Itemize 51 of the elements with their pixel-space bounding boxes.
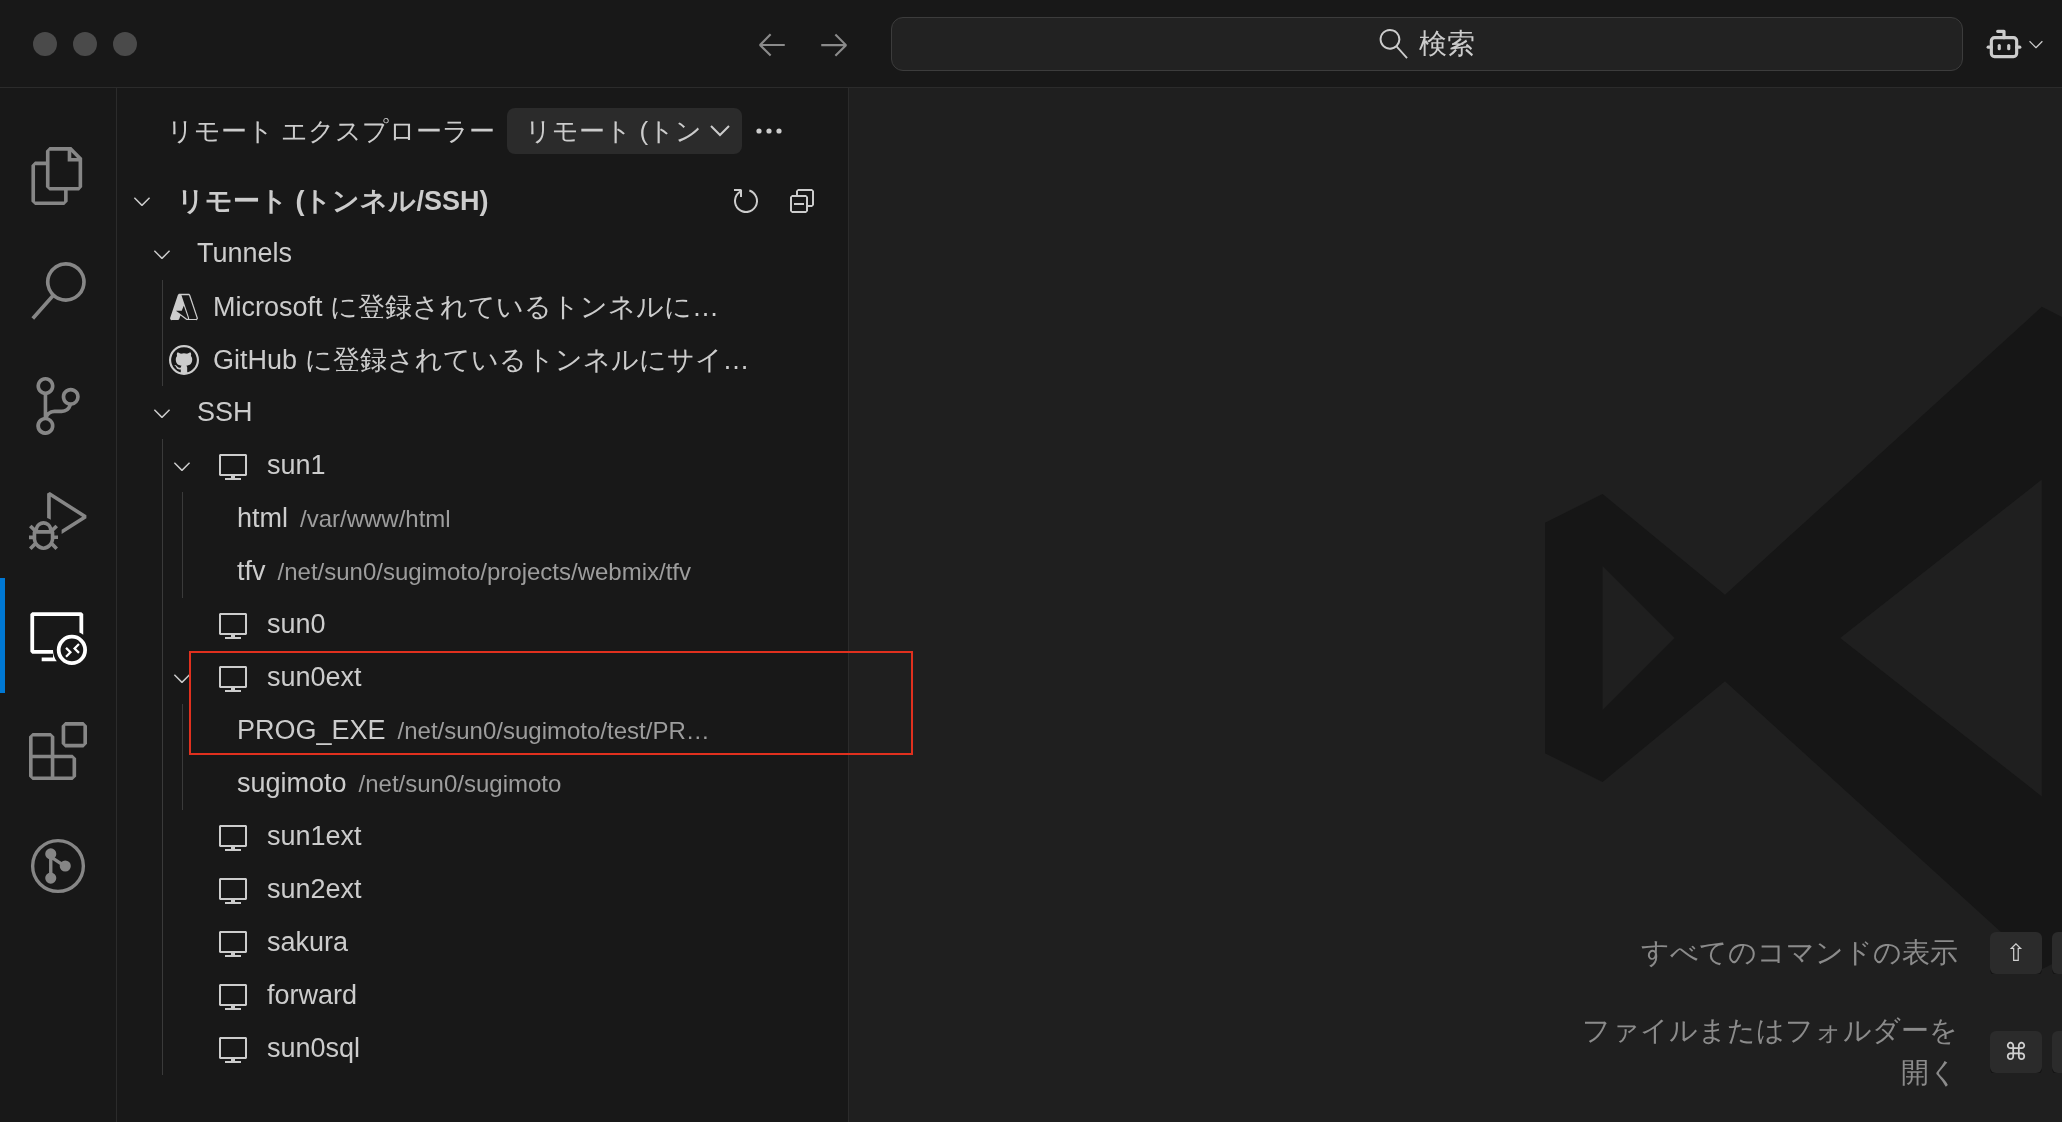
shortcut-label: すべてのコマンドの表示 bbox=[1641, 936, 1958, 970]
ellipsis-icon bbox=[756, 128, 783, 134]
section-title: リモート (トンネル/SSH) bbox=[177, 184, 489, 218]
folder-path: /net/sun0/sugimoto/projects/webmix/tfv bbox=[277, 557, 692, 586]
tree-label: html bbox=[237, 503, 288, 534]
tree-label: sun1 bbox=[267, 450, 326, 481]
tree-row[interactable]: Microsoft に登録されているトンネルに… bbox=[117, 280, 848, 333]
tree-row[interactable]: sugimoto /net/sun0/sugimoto bbox=[117, 757, 848, 810]
tree-label: SSH bbox=[197, 397, 253, 428]
tree-label: sun2ext bbox=[267, 874, 362, 905]
tree-row[interactable]: tfv /net/sun0/sugimoto/projects/webmix/tfv bbox=[117, 545, 848, 598]
tree-label: PROG_EXE bbox=[237, 715, 386, 746]
tree-label: sun0ext bbox=[267, 662, 362, 693]
tree-label: sakura bbox=[267, 927, 349, 958]
key-cap: ⌘ bbox=[1990, 1031, 2042, 1073]
tree-row[interactable]: sun2ext bbox=[117, 863, 848, 916]
tree-row[interactable]: forward bbox=[117, 969, 848, 1022]
more-actions-button[interactable] bbox=[754, 126, 785, 136]
tree-row[interactable]: GitHub に登録されているトンネルにサイ… bbox=[117, 333, 848, 386]
tree-label: GitHub に登録されているトンネルにサイ… bbox=[213, 343, 750, 377]
tree-row[interactable]: sun0sql bbox=[117, 1022, 848, 1075]
search-icon bbox=[1379, 28, 1409, 59]
tree-row[interactable]: sakura bbox=[117, 916, 848, 969]
tree-label: Tunnels bbox=[197, 238, 293, 269]
sidebar-title: リモート エクスプローラー bbox=[167, 114, 496, 148]
tree-row[interactable]: Tunnels bbox=[117, 227, 848, 280]
tree-label: Microsoft に登録されているトンネルに… bbox=[213, 290, 720, 324]
folder-path: /net/sun0/sugimoto bbox=[358, 769, 562, 798]
tree-label: sugimoto bbox=[237, 768, 347, 799]
tree-row[interactable]: SSH bbox=[117, 386, 848, 439]
azure-logo-icon bbox=[169, 291, 199, 322]
folder-path: /net/sun0/sugimoto/test/PR… bbox=[397, 716, 710, 745]
key-cap: ⇧ bbox=[1990, 932, 2042, 974]
github-logo-icon bbox=[169, 344, 199, 375]
tree-label: tfv bbox=[237, 556, 266, 587]
tree-label: sun0 bbox=[267, 609, 326, 640]
tree-row[interactable]: sun0 bbox=[117, 598, 848, 651]
tree-row[interactable]: html /var/www/html bbox=[117, 492, 848, 545]
tree-row[interactable]: sun1ext bbox=[117, 810, 848, 863]
tree-label: sun0sql bbox=[267, 1033, 361, 1064]
folder-path: /var/www/html bbox=[300, 504, 451, 533]
tree-row[interactable]: sun0ext bbox=[117, 651, 848, 704]
tree-label: sun1ext bbox=[267, 821, 362, 852]
section-header[interactable]: リモート (トンネル/SSH) bbox=[117, 174, 848, 227]
view-picker-dropdown[interactable]: リモート (トン bbox=[507, 108, 743, 154]
command-center-search[interactable]: 検索 bbox=[891, 16, 1963, 71]
tree-row[interactable]: PROG_EXE /net/sun0/sugimoto/test/PR… bbox=[117, 704, 848, 757]
chevron-down-icon bbox=[710, 125, 731, 137]
tree-row[interactable]: sun1 bbox=[117, 439, 848, 492]
shortcut-label: ファイルまたはフォルダーを開く bbox=[1581, 1014, 1958, 1090]
tree-label: forward bbox=[267, 980, 358, 1011]
